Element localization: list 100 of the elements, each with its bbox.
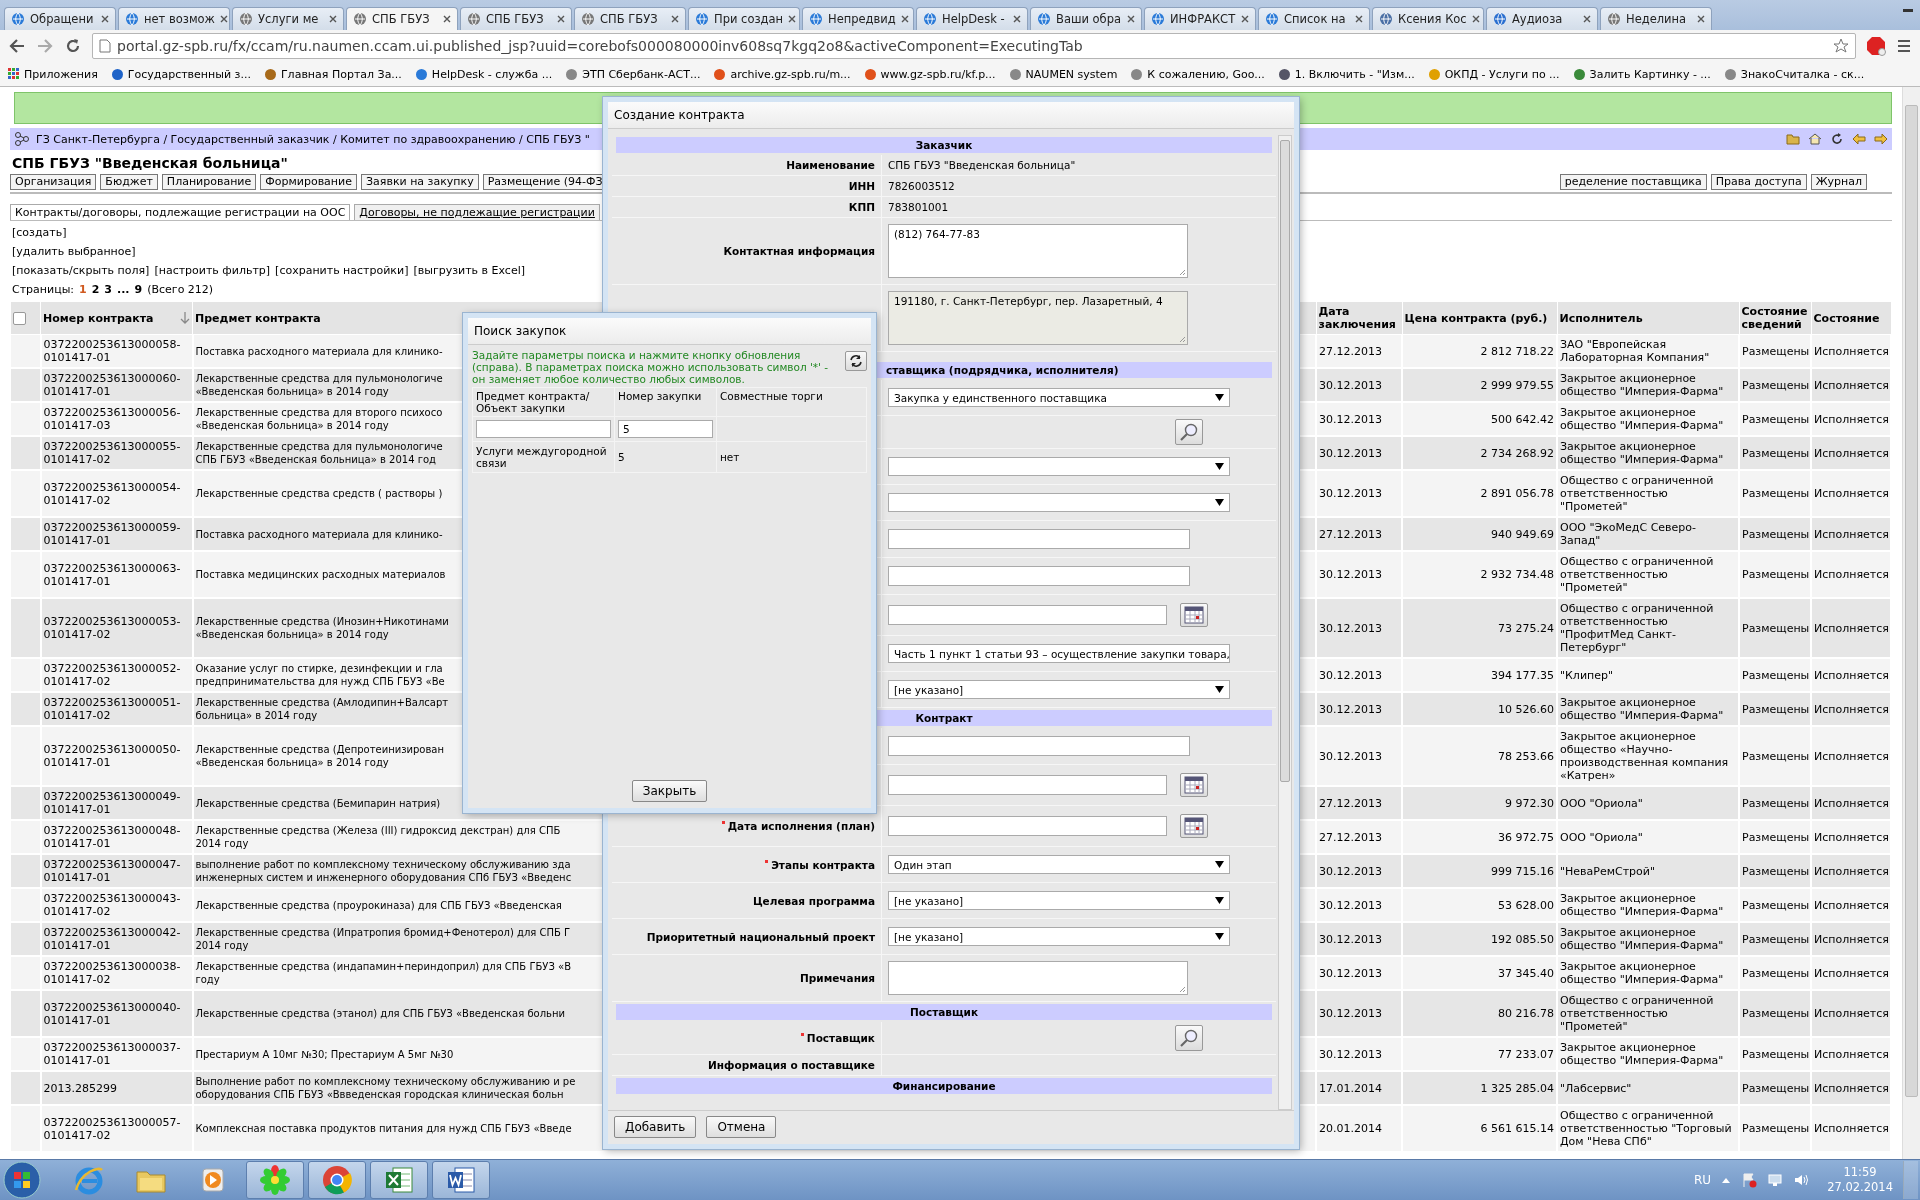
nav-tab[interactable]: Журнал [1810, 174, 1867, 190]
star-icon[interactable] [1833, 38, 1849, 54]
browser-tab[interactable]: СПБ ГБУЗ [460, 7, 572, 30]
taskbar-app[interactable] [246, 1161, 304, 1199]
input-field[interactable] [888, 736, 1190, 756]
page-link[interactable]: 3 [104, 282, 112, 297]
search-field[interactable] [476, 420, 611, 438]
input-field[interactable] [888, 529, 1190, 549]
dropdown[interactable]: [не указано] [888, 891, 1230, 910]
browser-tab[interactable]: нет возмож [118, 7, 230, 30]
close-icon[interactable] [557, 15, 565, 23]
speaker-icon[interactable] [1793, 1172, 1810, 1188]
action-link[interactable]: [показать/скрыть поля] [12, 263, 150, 278]
flag-icon[interactable] [1741, 1172, 1758, 1188]
sub-tab[interactable]: Договоры, не подлежащие регистрации [354, 204, 600, 220]
search-button[interactable] [1175, 1025, 1203, 1051]
dialog-button[interactable]: Добавить [614, 1116, 697, 1138]
bookmark[interactable]: 1. Включить - "Изм... [1277, 67, 1415, 81]
page-link[interactable]: 1 [79, 282, 87, 297]
taskbar-app[interactable] [308, 1161, 366, 1199]
close-icon[interactable] [1471, 15, 1480, 23]
calendar-button[interactable] [1180, 603, 1208, 627]
nav-tab[interactable]: Планирование [161, 174, 257, 190]
forward-arrow-icon[interactable] [1874, 133, 1888, 145]
close-icon[interactable] [219, 15, 228, 23]
page-link[interactable]: 2 [91, 282, 100, 297]
search-button[interactable] [1175, 419, 1203, 445]
close-icon[interactable] [443, 15, 451, 23]
close-icon[interactable] [101, 15, 109, 23]
scrollbar[interactable] [1902, 87, 1920, 1159]
bookmark[interactable]: Государственный з... [110, 67, 251, 81]
folder-icon[interactable] [1786, 133, 1800, 145]
bookmark[interactable]: ЭТП Сбербанк-АСТ... [565, 67, 701, 81]
bookmark[interactable]: К сожалению, Goo... [1130, 67, 1265, 81]
nav-tab[interactable]: Бюджет [100, 174, 158, 190]
network-icon[interactable] [1767, 1172, 1784, 1188]
date-field[interactable] [888, 605, 1167, 625]
action-link[interactable]: [настроить фильтр] [154, 263, 271, 278]
close-button[interactable]: Закрыть [631, 780, 708, 802]
address-field[interactable]: portal.gz-spb.ru/fx/ccam/ru.naumen.ccam.ui.published_jsp?uuid=corebofs000080000inv608sq7kgq2o8&activeComponent=ExecutingTab [92, 33, 1856, 59]
taskbar-app[interactable] [370, 1161, 428, 1199]
browser-tab[interactable]: Ваши обра [1030, 7, 1142, 30]
nav-tab[interactable]: ределение поставщика [1559, 174, 1707, 190]
browser-tab[interactable]: СПБ ГБУЗ [574, 7, 686, 30]
input-field[interactable] [888, 566, 1190, 586]
action-link[interactable]: [создать] [12, 225, 67, 240]
menu-icon[interactable] [1896, 38, 1912, 54]
calendar-button[interactable] [1180, 814, 1208, 838]
browser-tab[interactable]: ИНФРАКСТ [1144, 7, 1256, 30]
nav-tab[interactable]: Формирование [260, 174, 357, 190]
close-icon[interactable] [1013, 15, 1021, 23]
bookmark[interactable]: Приложения [8, 67, 98, 81]
taskbar-app[interactable] [432, 1161, 490, 1199]
browser-tab[interactable]: Список на [1258, 7, 1370, 30]
browser-tab[interactable]: Услуги ме [232, 7, 344, 30]
page-link[interactable]: 9 [134, 282, 143, 297]
bookmark[interactable]: Залить Картинку - ... [1572, 67, 1711, 81]
date-field[interactable] [888, 775, 1167, 795]
table-cell[interactable]: 5 [614, 441, 717, 473]
back-icon[interactable] [8, 37, 26, 55]
dropdown[interactable] [888, 493, 1230, 512]
browser-tab[interactable]: HelpDesk - [916, 7, 1028, 30]
sub-tab[interactable]: Контракты/договоры, подлежащие регистрации на ООС [10, 204, 351, 220]
reload-icon[interactable] [64, 37, 82, 55]
resize-grip-icon[interactable] [1179, 986, 1186, 993]
action-link[interactable]: [выгрузить в Excel] [413, 263, 525, 278]
bookmark[interactable]: ОКПД - Услуги по ... [1427, 67, 1560, 81]
nav-tab[interactable]: Права доступа [1710, 174, 1807, 190]
nav-tab[interactable]: Организация [10, 174, 97, 190]
dialog-button[interactable]: Отмена [706, 1116, 777, 1138]
browser-tab[interactable]: Непредвид [802, 7, 914, 30]
refresh-button[interactable] [845, 351, 867, 371]
bookmark[interactable]: www.gz-spb.ru/kf.p... [863, 67, 996, 81]
close-icon[interactable] [788, 15, 797, 23]
browser-tab[interactable]: Неделина [1600, 7, 1712, 30]
dropdown[interactable]: [не указано] [888, 680, 1230, 699]
close-icon[interactable] [1355, 15, 1363, 23]
dropdown[interactable]: Часть 1 пункт 1 статьи 93 – осуществление закупки товара, [888, 644, 1230, 663]
browser-tab[interactable]: Обращени [4, 7, 116, 30]
start-button[interactable] [2, 1160, 42, 1200]
back-arrow-icon[interactable] [1852, 133, 1866, 145]
dropdown[interactable]: [не указано] [888, 927, 1230, 946]
nav-tab[interactable]: Заявки на закупку [361, 174, 479, 190]
resize-grip-icon[interactable] [1179, 269, 1186, 276]
bookmark[interactable]: HelpDesk - служба ... [414, 67, 553, 81]
close-icon[interactable] [1127, 15, 1135, 23]
bookmark[interactable]: ЗнакоСчиталка - ск... [1723, 67, 1865, 81]
select-all-checkbox[interactable] [13, 311, 26, 325]
browser-tab[interactable]: При создан [688, 7, 800, 30]
sort-arrow-icon[interactable] [180, 311, 190, 325]
close-icon[interactable] [1241, 15, 1249, 23]
browser-tab[interactable]: Аудиоза [1486, 7, 1598, 30]
calendar-button[interactable] [1180, 773, 1208, 797]
browser-tab[interactable]: Ксения Кос [1372, 7, 1484, 30]
close-icon[interactable] [671, 15, 679, 23]
action-link[interactable]: [удалить выбранное] [12, 244, 136, 259]
dropdown[interactable]: Закупка у единственного поставщика [888, 388, 1230, 407]
stop-sign-icon[interactable] [1866, 36, 1886, 56]
close-icon[interactable] [1697, 15, 1705, 23]
browser-tab[interactable]: СПБ ГБУЗ [346, 7, 458, 30]
